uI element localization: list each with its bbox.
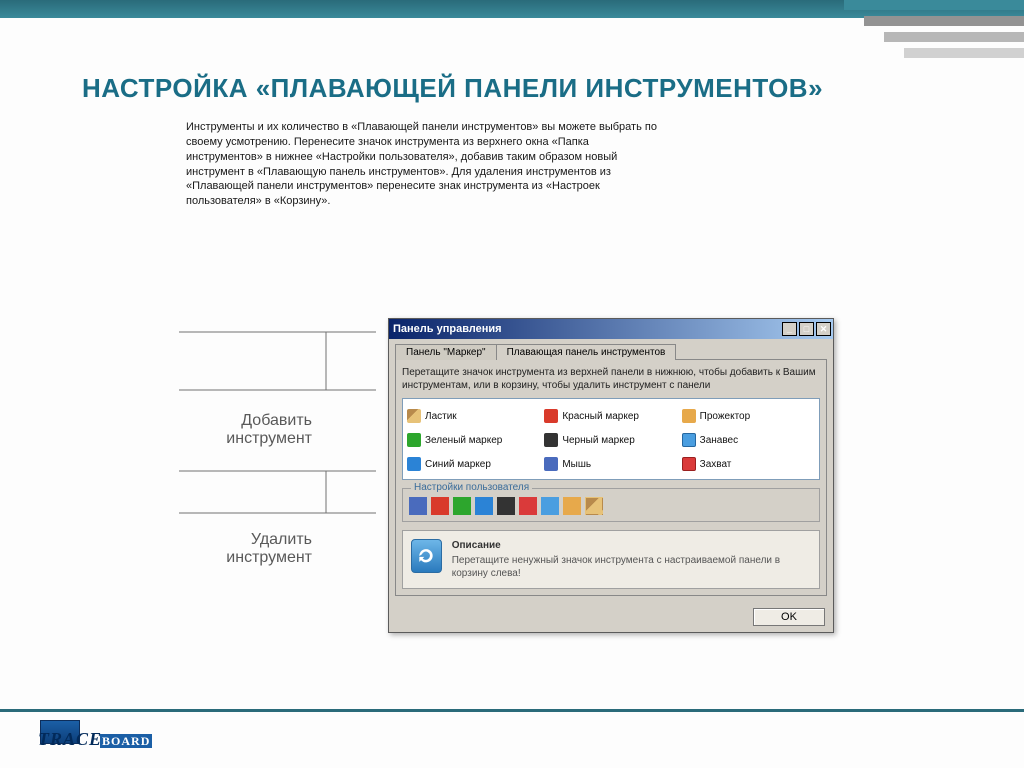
tool-blue-marker[interactable]: Синий маркер: [407, 453, 540, 475]
tool-eraser[interactable]: Ластик: [407, 405, 540, 427]
close-button[interactable]: ✕: [816, 322, 831, 336]
tool-capture[interactable]: Захват: [682, 453, 815, 475]
ok-button[interactable]: OK: [753, 608, 825, 626]
slide-heading: Настройка «плавающей панели инструментов…: [82, 73, 1024, 104]
user-tool-row[interactable]: [409, 497, 813, 515]
mouse-icon: [544, 457, 558, 471]
window-titlebar[interactable]: Панель управления _ □ ✕: [389, 319, 833, 339]
intro-paragraph: Инструменты и их количество в «Плавающей…: [186, 120, 666, 209]
tool-red-marker[interactable]: Красный маркер: [544, 405, 677, 427]
tool-curtain[interactable]: Занавес: [682, 429, 815, 451]
tabs-row: Панель "Маркер" Плавающая панель инструм…: [395, 343, 833, 359]
bottom-accent-bar: [0, 709, 1024, 712]
tool-spotlight[interactable]: Прожектор: [682, 405, 815, 427]
label-remove-tool: Удалить инструмент: [176, 531, 312, 568]
tab-marker-panel[interactable]: Панель "Маркер": [395, 344, 497, 360]
tab-body: Перетащите значок инструмента из верхней…: [395, 359, 827, 596]
user-icon-curtain[interactable]: [541, 497, 559, 515]
tool-palette: Ластик Красный маркер Прожектор Зеленый …: [402, 398, 820, 480]
eraser-icon: [407, 409, 421, 423]
trash-icon[interactable]: [411, 539, 442, 573]
user-icon-black[interactable]: [497, 497, 515, 515]
tool-green-marker[interactable]: Зеленый маркер: [407, 429, 540, 451]
blue-marker-icon: [407, 457, 421, 471]
tool-black-marker[interactable]: Черный маркер: [544, 429, 677, 451]
capture-icon: [682, 457, 696, 471]
traceboard-logo: TRACEBOARD: [40, 720, 152, 748]
user-settings-fieldset: Настройки пользователя: [402, 488, 820, 522]
instruction-text: Перетащите значок инструмента из верхней…: [402, 366, 820, 392]
user-settings-legend: Настройки пользователя: [411, 482, 532, 493]
control-panel-window: Панель управления _ □ ✕ Панель "Маркер" …: [388, 318, 834, 633]
spotlight-icon: [682, 409, 696, 423]
decorative-stripes: [844, 0, 1024, 64]
user-icon-capture[interactable]: [519, 497, 537, 515]
window-title: Панель управления: [393, 323, 502, 335]
tool-mouse[interactable]: Мышь: [544, 453, 677, 475]
description-body: Перетащите ненужный значок инструмента с…: [452, 555, 780, 579]
user-icon-spot[interactable]: [563, 497, 581, 515]
red-marker-icon: [544, 409, 558, 423]
callout-labels: Добавить инструмент Удалить инструмент: [176, 324, 376, 572]
tab-floating-toolbar[interactable]: Плавающая панель инструментов: [496, 344, 677, 360]
description-title: Описание: [452, 539, 811, 552]
minimize-button[interactable]: _: [782, 322, 797, 336]
user-icon-green[interactable]: [453, 497, 471, 515]
maximize-button[interactable]: □: [799, 322, 814, 336]
description-box: Описание Перетащите ненужный значок инст…: [402, 530, 820, 589]
black-marker-icon: [544, 433, 558, 447]
user-icon-eraser[interactable]: [585, 497, 603, 515]
user-icon-red[interactable]: [431, 497, 449, 515]
label-add-tool: Добавить инструмент: [176, 412, 312, 449]
curtain-icon: [682, 433, 696, 447]
user-icon-blue[interactable]: [475, 497, 493, 515]
user-icon-cursor[interactable]: [409, 497, 427, 515]
green-marker-icon: [407, 433, 421, 447]
